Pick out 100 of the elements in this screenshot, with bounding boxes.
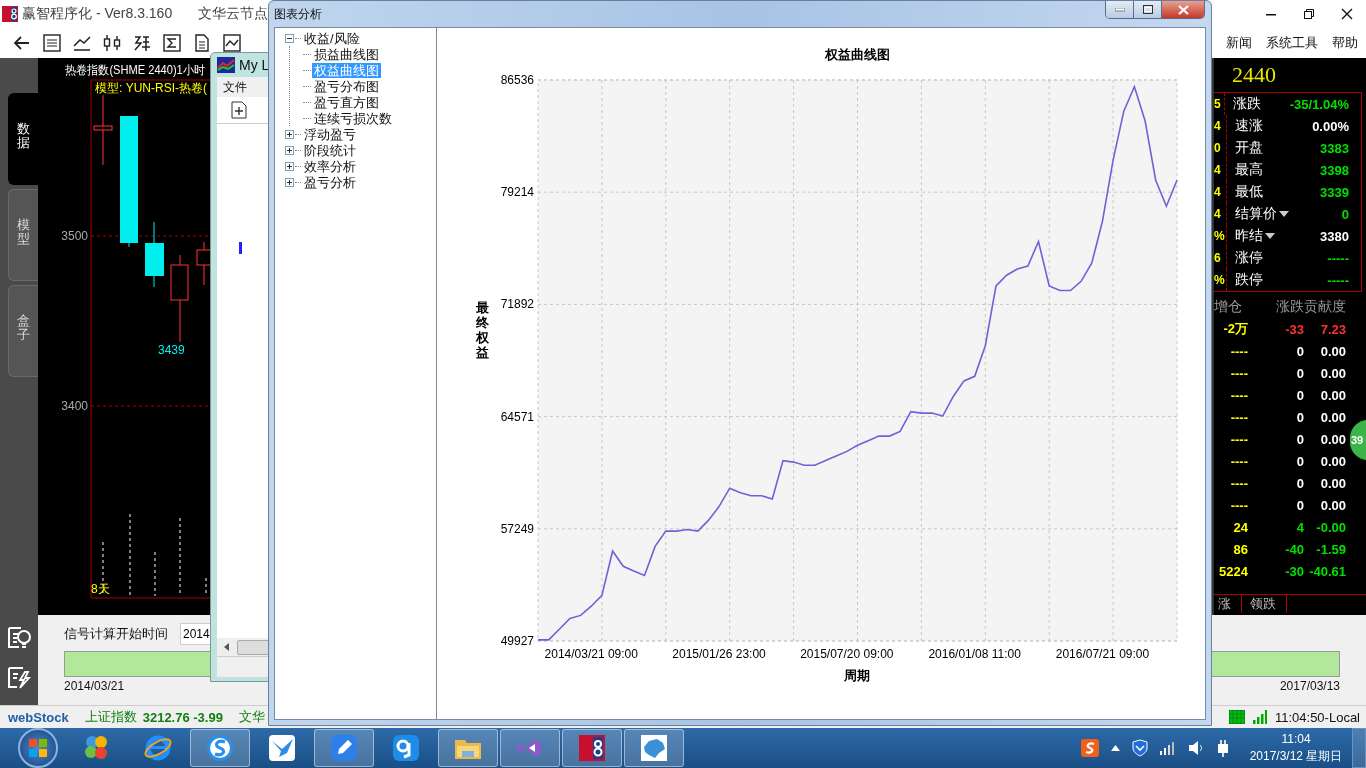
- quote-value: 3339: [1319, 184, 1350, 200]
- taskbar-app[interactable]: [562, 729, 622, 767]
- quote-label: 结算价: [1235, 205, 1277, 223]
- close-icon: [1177, 4, 1189, 15]
- index-value: 3212.76 -3.99: [142, 709, 223, 725]
- wave-chart-icon[interactable]: [222, 33, 242, 53]
- tree-item[interactable]: 浮动盈亏: [302, 126, 358, 142]
- quote-value: 3383: [1319, 140, 1350, 156]
- table-cell-text: 0.00: [1319, 497, 1346, 513]
- lightbulb-document-icon[interactable]: [6, 625, 32, 651]
- period-label: 8天: [91, 582, 110, 596]
- side-tab[interactable]: 盒子: [8, 285, 38, 377]
- dropdown-icon[interactable]: [1265, 233, 1275, 239]
- clock-time[interactable]: 11:04: [1281, 731, 1311, 748]
- table-cell-text: -33: [1284, 321, 1304, 337]
- candle: [93, 94, 113, 166]
- minimize-button[interactable]: [1106, 1, 1134, 18]
- chart-title: 权益曲线图: [824, 47, 890, 62]
- low-price-label: 3439: [158, 343, 185, 357]
- quote-value: -----: [1326, 272, 1350, 288]
- quote-label: 涨停: [1235, 249, 1263, 267]
- new-file-icon[interactable]: [231, 101, 247, 119]
- tree-item[interactable]: 盈亏分析: [302, 174, 358, 190]
- lightning-document-icon[interactable]: [6, 665, 32, 691]
- table-cell-text: 0.00: [1319, 365, 1346, 381]
- document-icon[interactable]: [192, 33, 212, 53]
- expander-icon[interactable]: [285, 177, 294, 187]
- maximize-icon: [1142, 5, 1153, 14]
- table-cell-text: 0.00: [1319, 343, 1346, 359]
- quote-label: 速涨: [1235, 117, 1263, 135]
- expander-icon[interactable]: [285, 145, 294, 155]
- windows-logo-icon: [29, 739, 47, 757]
- quote-edge-value: 4: [1214, 115, 1227, 137]
- line-chart-icon[interactable]: [72, 33, 92, 53]
- table-cell-text: 0: [1295, 409, 1304, 425]
- network-signal-icon[interactable]: [1160, 741, 1176, 755]
- zigzag-icon[interactable]: [132, 33, 152, 53]
- scroll-thumb[interactable]: [237, 639, 269, 655]
- tree-item[interactable]: 损益曲线图: [312, 46, 381, 62]
- tree-item[interactable]: 盈亏直方图: [312, 94, 381, 110]
- table-cell-text: 0.00: [1319, 431, 1346, 447]
- panel-tab[interactable]: 涨: [1214, 595, 1242, 613]
- panel-tab[interactable]: 领跌: [1246, 595, 1287, 613]
- contract-code: 2440: [1231, 61, 1277, 89]
- taskbar-app[interactable]: [314, 729, 374, 767]
- dropdown-icon[interactable]: [1279, 211, 1289, 217]
- candle: [196, 241, 212, 286]
- table-cell-text: ----: [1229, 497, 1248, 513]
- dialog-title: 图表分析: [274, 6, 322, 23]
- quote-label: 昨结: [1235, 227, 1263, 245]
- expander-icon[interactable]: [285, 33, 294, 43]
- shield-icon[interactable]: [1132, 739, 1148, 757]
- clock-date[interactable]: 2017/3/12 星期日: [1249, 748, 1343, 765]
- tree-item[interactable]: 连续亏损次数: [312, 110, 394, 126]
- menu-item[interactable]: 新闻: [1226, 34, 1252, 52]
- input-method-icon[interactable]: [1081, 739, 1099, 757]
- field-label: 信号计算开始时间: [64, 625, 168, 643]
- taskbar-app[interactable]: [624, 729, 684, 767]
- expander-icon[interactable]: [285, 161, 294, 171]
- quote-label: 最低: [1235, 183, 1263, 201]
- table-cell-text: 0.00: [1319, 475, 1346, 491]
- tree-item[interactable]: 阶段统计: [302, 142, 358, 158]
- candlestick-icon[interactable]: [102, 33, 122, 53]
- table-cell-text: 86: [1232, 541, 1248, 557]
- menu-item[interactable]: 帮助: [1332, 34, 1358, 52]
- table-cell-text: 0: [1295, 365, 1304, 381]
- close-button[interactable]: [1162, 1, 1204, 18]
- tree-item[interactable]: 收益/风险: [302, 30, 362, 46]
- speaker-icon[interactable]: [1188, 740, 1204, 756]
- expander-icon[interactable]: [285, 129, 294, 139]
- minimize-icon: [1114, 7, 1125, 12]
- power-plug-icon[interactable]: [1216, 739, 1230, 757]
- table-cell-text: ----: [1229, 365, 1248, 381]
- side-tab[interactable]: 模型: [8, 189, 38, 281]
- y-tick-label: 49927: [500, 634, 534, 648]
- quote-value: -35/1.04%: [1289, 96, 1350, 112]
- model-label: 模型: YUN-RSI-热卷(: [95, 81, 207, 95]
- table-cell-text: ----: [1229, 343, 1248, 359]
- quote-value: 3380: [1319, 228, 1350, 244]
- taskbar-app[interactable]: [190, 729, 250, 767]
- tree-item[interactable]: 效率分析: [302, 158, 358, 174]
- table-cell-text: -30: [1284, 563, 1304, 579]
- tree-item[interactable]: 盈亏分布图: [312, 78, 381, 94]
- maximize-button[interactable]: [1134, 1, 1162, 18]
- y-axis-title: 最终权益: [475, 300, 489, 360]
- expand-tray-icon[interactable]: [1111, 745, 1120, 751]
- start-button[interactable]: [18, 728, 58, 768]
- list-icon[interactable]: [42, 33, 62, 53]
- node-label: 文华: [238, 708, 265, 726]
- table-cell-text: ----: [1229, 409, 1248, 425]
- menu-item[interactable]: 系统工具: [1266, 34, 1318, 52]
- quote-edge-value: 4: [1214, 181, 1227, 203]
- side-tab[interactable]: 数据: [8, 93, 38, 185]
- y-tick-label: 57249: [500, 521, 534, 536]
- app-icon: [391, 733, 421, 763]
- table-cell-text: -1.59: [1315, 541, 1346, 557]
- marker-icon: [239, 242, 242, 254]
- close-icon: [1341, 8, 1353, 20]
- sum-icon[interactable]: [162, 33, 182, 53]
- table-cell-text: 24: [1232, 519, 1248, 535]
